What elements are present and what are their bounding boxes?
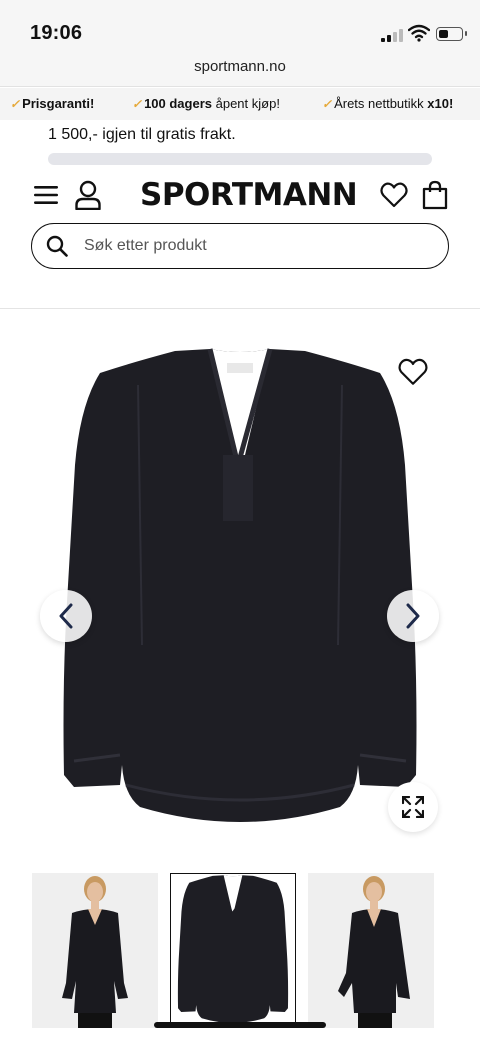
search-box[interactable]	[31, 223, 449, 269]
previous-image-button[interactable]	[40, 590, 92, 642]
divider	[0, 308, 480, 309]
usp-item-price-guarantee: ✓ Prisgaranti!	[10, 96, 95, 111]
usp-item-webshop-award: ✓ Årets nettbutikk x10!	[322, 96, 454, 111]
site-header: SPORTMANN	[0, 172, 480, 220]
bag-icon	[422, 180, 448, 210]
heart-icon	[380, 182, 408, 208]
checkmark-icon: ✓	[132, 97, 143, 111]
checkmark-icon: ✓	[322, 97, 333, 111]
account-button[interactable]	[71, 178, 105, 212]
search-input[interactable]	[84, 237, 404, 255]
thumbnail-model-side[interactable]	[308, 873, 434, 1028]
fullscreen-button[interactable]	[388, 782, 438, 832]
chevron-left-icon	[59, 603, 73, 629]
url-text: sportmann.no	[194, 58, 286, 75]
signal-icon	[381, 28, 403, 42]
thumbnail-model-front[interactable]	[32, 873, 158, 1028]
cart-button[interactable]	[418, 178, 452, 212]
status-bar: 19:06	[0, 0, 480, 56]
add-to-wishlist-button[interactable]	[398, 358, 428, 391]
usp-item-open-purchase: ✓ 100 dagers åpent kjøp!	[132, 96, 280, 111]
status-time: 19:06	[30, 22, 83, 44]
user-icon	[75, 180, 101, 210]
product-image[interactable]	[60, 345, 420, 835]
wishlist-icon	[398, 358, 428, 385]
checkmark-icon: ✓	[10, 97, 21, 111]
battery-icon	[436, 27, 467, 41]
search-icon	[46, 235, 68, 257]
thumbnail-product-front[interactable]	[170, 873, 296, 1028]
next-image-button[interactable]	[387, 590, 439, 642]
wishlist-button[interactable]	[377, 178, 411, 212]
usp-strip: ✓ Prisgaranti! ✓ 100 dagers åpent kjøp! ✓ Å…	[0, 88, 480, 120]
expand-icon	[402, 796, 424, 818]
free-shipping-progress	[48, 153, 432, 165]
menu-button[interactable]	[29, 178, 63, 212]
free-shipping-message: 1 500,- igjen til gratis frakt.	[48, 126, 236, 143]
site-logo[interactable]: SPORTMANN	[140, 179, 358, 211]
thumbnail-strip	[0, 873, 480, 1028]
chevron-right-icon	[406, 603, 420, 629]
wifi-icon	[408, 24, 430, 42]
home-indicator	[154, 1022, 326, 1028]
browser-url-bar[interactable]: sportmann.no	[0, 56, 480, 87]
menu-icon	[34, 186, 58, 204]
